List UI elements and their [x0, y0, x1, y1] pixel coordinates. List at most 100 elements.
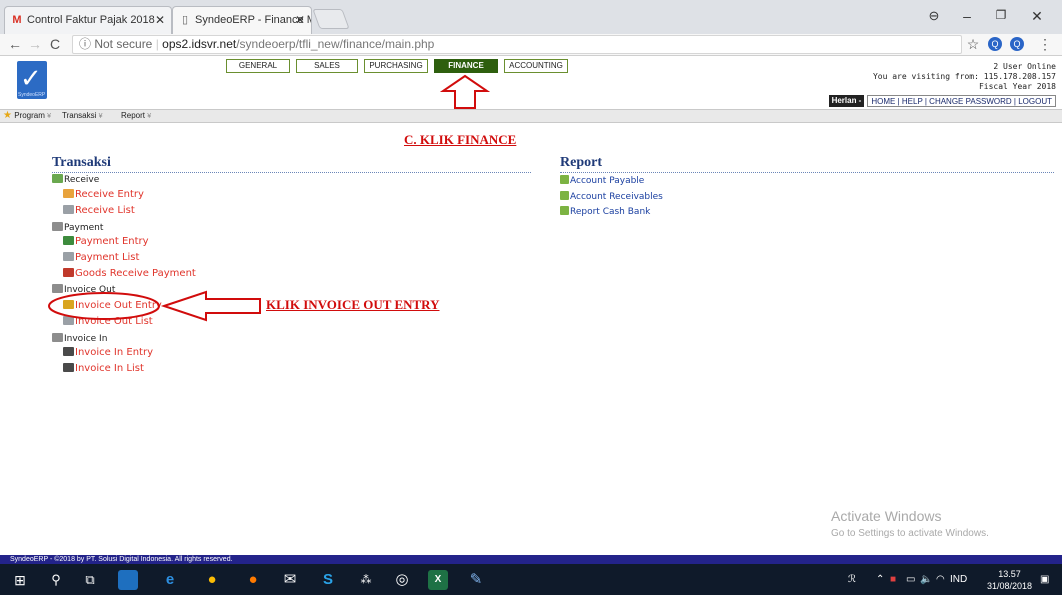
close-window-icon[interactable]: ✕: [1022, 8, 1052, 25]
keyboard-icon: [63, 347, 74, 356]
people-icon[interactable]: ℛ: [848, 574, 856, 585]
reload-icon[interactable]: C: [46, 36, 64, 52]
star-icon: ★: [3, 110, 12, 121]
tab-title: Control Faktur Pajak 2018: [27, 14, 155, 26]
new-tab-button[interactable]: [312, 9, 350, 29]
chevron-down-icon: ¥: [98, 113, 103, 120]
link-payment-list[interactable]: Payment List: [63, 252, 139, 263]
profile-icon[interactable]: ⊖: [919, 8, 949, 24]
group-label: Invoice In: [64, 334, 108, 344]
menu-label: Program: [14, 111, 45, 120]
link-label: Account Receivables: [570, 192, 663, 202]
syndeoerp-logo[interactable]: ✓ SyndeoERP: [17, 61, 47, 99]
close-icon[interactable]: ✕: [155, 7, 165, 33]
target-icon[interactable]: ◎: [392, 570, 412, 590]
link-label: Goods Receive Payment: [75, 268, 196, 279]
section-divider: [560, 172, 1054, 173]
users-online: 2 User Online: [993, 62, 1056, 71]
battery-icon[interactable]: ▭: [906, 574, 915, 585]
language-indicator[interactable]: IND: [950, 574, 967, 585]
module-tabs: GENERAL SALES PURCHASING FINANCE ACCOUNT…: [226, 59, 574, 73]
link-report-cash-bank[interactable]: Report Cash Bank: [560, 206, 650, 217]
close-icon[interactable]: ✕: [295, 7, 305, 33]
menu-transaksi[interactable]: Transaksi ¥: [62, 110, 103, 123]
keyboard-icon: [63, 363, 74, 372]
minimize-icon[interactable]: –: [952, 8, 982, 24]
link-goods-receive-payment[interactable]: Goods Receive Payment: [63, 268, 196, 279]
chevron-down-icon: ¥: [47, 113, 52, 120]
tab-finance[interactable]: FINANCE: [434, 59, 498, 73]
browser-tab-gmail[interactable]: M Control Faktur Pajak 2018 ✕: [4, 6, 172, 34]
group-receive: Receive: [52, 174, 99, 185]
menu-bar: ★ Program ¥ Transaksi ¥ Report ¥: [0, 109, 1062, 123]
user-links[interactable]: HOME | HELP | CHANGE PASSWORD | LOGOUT: [867, 95, 1056, 107]
clock[interactable]: 13.57 31/08/2018: [987, 568, 1032, 592]
card-icon: [63, 268, 74, 277]
tab-sales[interactable]: SALES: [296, 59, 358, 73]
excel-icon[interactable]: X: [428, 570, 448, 590]
link-label: Invoice In Entry: [75, 347, 154, 358]
extension-icon[interactable]: Q: [1010, 37, 1024, 51]
section-title-transaksi: Transaksi: [52, 155, 111, 170]
edge-icon[interactable]: e: [160, 570, 180, 590]
app-footer: SyndeoERP - ©2018 by PT. Solusi Digital …: [0, 555, 1062, 564]
group-invoice-in: Invoice In: [52, 333, 107, 344]
mail-icon[interactable]: ✉: [280, 570, 300, 590]
wifi-icon[interactable]: ◠: [936, 574, 945, 585]
tab-purchasing[interactable]: PURCHASING: [364, 59, 428, 73]
not-secure-label: ⓘ Not secure: [79, 37, 153, 51]
menu-label: Report: [121, 111, 146, 120]
firefox-icon[interactable]: ●: [243, 570, 263, 590]
chevron-down-icon: ¥: [147, 113, 152, 120]
menu-report[interactable]: Report ¥: [121, 110, 151, 123]
link-payment-entry[interactable]: Payment Entry: [63, 236, 149, 247]
volume-icon[interactable]: 🔈: [920, 574, 932, 585]
menu-icon[interactable]: ⋮: [1036, 36, 1054, 53]
tab-general[interactable]: GENERAL: [226, 59, 290, 73]
visit-info: 2 User Online You are visiting from: 115…: [873, 62, 1056, 92]
link-account-receivables[interactable]: Account Receivables: [560, 191, 663, 202]
link-label: Receive List: [75, 205, 135, 216]
gmail-icon: M: [12, 14, 22, 26]
task-view-icon[interactable]: ⧉: [80, 570, 100, 590]
link-receive-entry[interactable]: Receive Entry: [63, 189, 144, 200]
entry-icon: [63, 189, 74, 198]
back-icon[interactable]: ←: [6, 36, 24, 52]
list-icon: [63, 252, 74, 261]
extension-icon[interactable]: Q: [988, 37, 1002, 51]
url-host: ops2.idsvr.net: [162, 37, 237, 51]
restore-icon[interactable]: ❐: [986, 8, 1016, 22]
clock-time: 13.57: [998, 569, 1021, 579]
link-label: Account Payable: [570, 176, 645, 186]
fiscal-year: Fiscal Year 2018: [978, 82, 1056, 91]
group-label: Payment: [64, 223, 104, 233]
search-icon[interactable]: ⚲: [46, 570, 66, 590]
blackberry-icon[interactable]: ⁂: [356, 570, 376, 590]
annotation-up-arrow-icon: [440, 74, 490, 109]
paint-icon[interactable]: ✎: [466, 570, 486, 590]
notification-icon[interactable]: ▣: [1040, 574, 1049, 585]
link-receive-list[interactable]: Receive List: [63, 205, 135, 216]
report-icon: [560, 206, 569, 215]
forward-icon[interactable]: →: [26, 36, 44, 52]
url-field[interactable]: ⓘ Not secure | ops2.idsvr.net/syndeoerp/…: [72, 35, 962, 54]
checkmark-icon: ✓: [20, 63, 42, 93]
menu-program[interactable]: ★ Program ¥: [3, 110, 51, 123]
invoice-icon: [52, 333, 63, 342]
link-account-payable[interactable]: Account Payable: [560, 175, 644, 186]
skype-icon[interactable]: S: [318, 570, 338, 590]
chevron-up-icon[interactable]: ⌃: [876, 574, 884, 585]
tab-accounting[interactable]: ACCOUNTING: [504, 59, 568, 73]
windows-start-icon[interactable]: ⊞: [10, 570, 30, 590]
chrome-icon[interactable]: ●: [202, 570, 222, 590]
app-tray-icon[interactable]: ■: [890, 574, 896, 585]
browser-tab-syndeoerp[interactable]: ▯ SyndeoERP - Finance Mo ✕: [172, 6, 312, 34]
logo-text: SyndeoERP: [18, 92, 46, 98]
bookmark-star-icon[interactable]: ☆: [964, 36, 982, 53]
link-invoice-in-entry[interactable]: Invoice In Entry: [63, 347, 153, 358]
user-bar: Herlan - HOME | HELP | CHANGE PASSWORD |…: [828, 95, 1056, 107]
watermark-title: Activate Windows: [831, 508, 942, 524]
link-label: Invoice In List: [75, 363, 144, 374]
file-explorer-icon[interactable]: [118, 570, 138, 590]
link-invoice-in-list[interactable]: Invoice In List: [63, 363, 144, 374]
